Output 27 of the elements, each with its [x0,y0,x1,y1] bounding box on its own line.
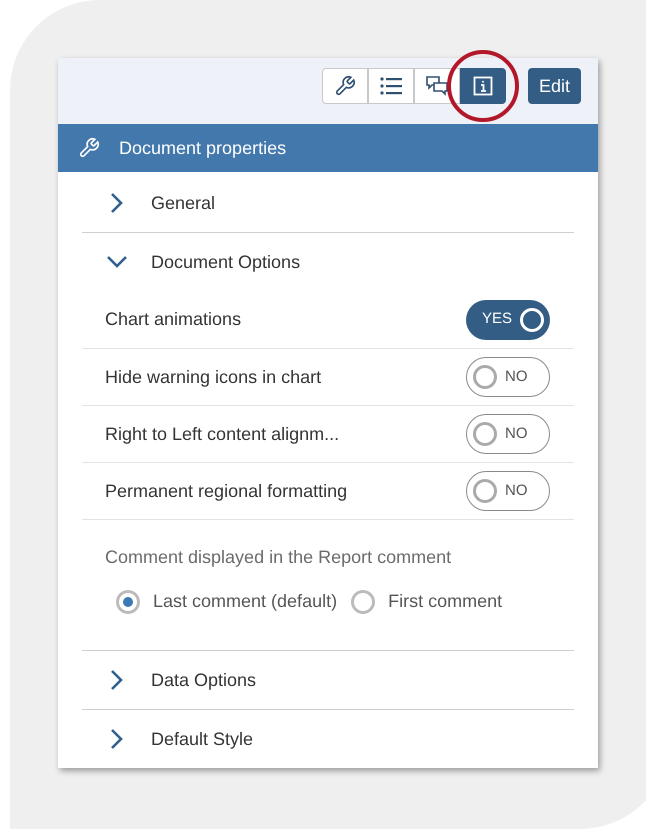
list-icon [378,76,403,96]
toolbar-button[interactable] [460,68,506,104]
radio-option[interactable]: First comment [351,588,502,615]
chevron-down-icon [106,255,128,269]
section-header[interactable]: Document Options [82,233,574,291]
speech-bubbles-icon [424,74,449,98]
section-header[interactable]: Data Options [82,651,574,709]
chevron-right-icon [110,669,124,691]
toggle-switch[interactable]: YES [466,300,550,340]
option-label: Hide warning icons in chart [105,366,322,389]
edit-button[interactable]: Edit [528,68,581,104]
toggle-switch[interactable]: NO [466,471,550,511]
radio-option[interactable]: Last comment (default) [116,588,338,615]
section-header[interactable]: Default Style [82,710,574,768]
setting-label: Comment displayed in the Report comment [105,546,452,569]
section-header[interactable]: General [82,174,574,232]
info-icon [472,76,493,96]
option-label: Permanent regional formatting [105,480,348,503]
option-label: Right to Left content alignm... [105,422,340,446]
option-label: Chart animations [105,308,242,331]
panel-title: Document properties [119,136,286,160]
chevron-right-icon [110,728,124,750]
wrench-icon [78,137,100,160]
wrench-icon [334,75,356,97]
toggle-switch[interactable]: NO [466,357,550,397]
chevron-right-icon [110,192,124,214]
toggle-switch[interactable]: NO [466,414,550,454]
